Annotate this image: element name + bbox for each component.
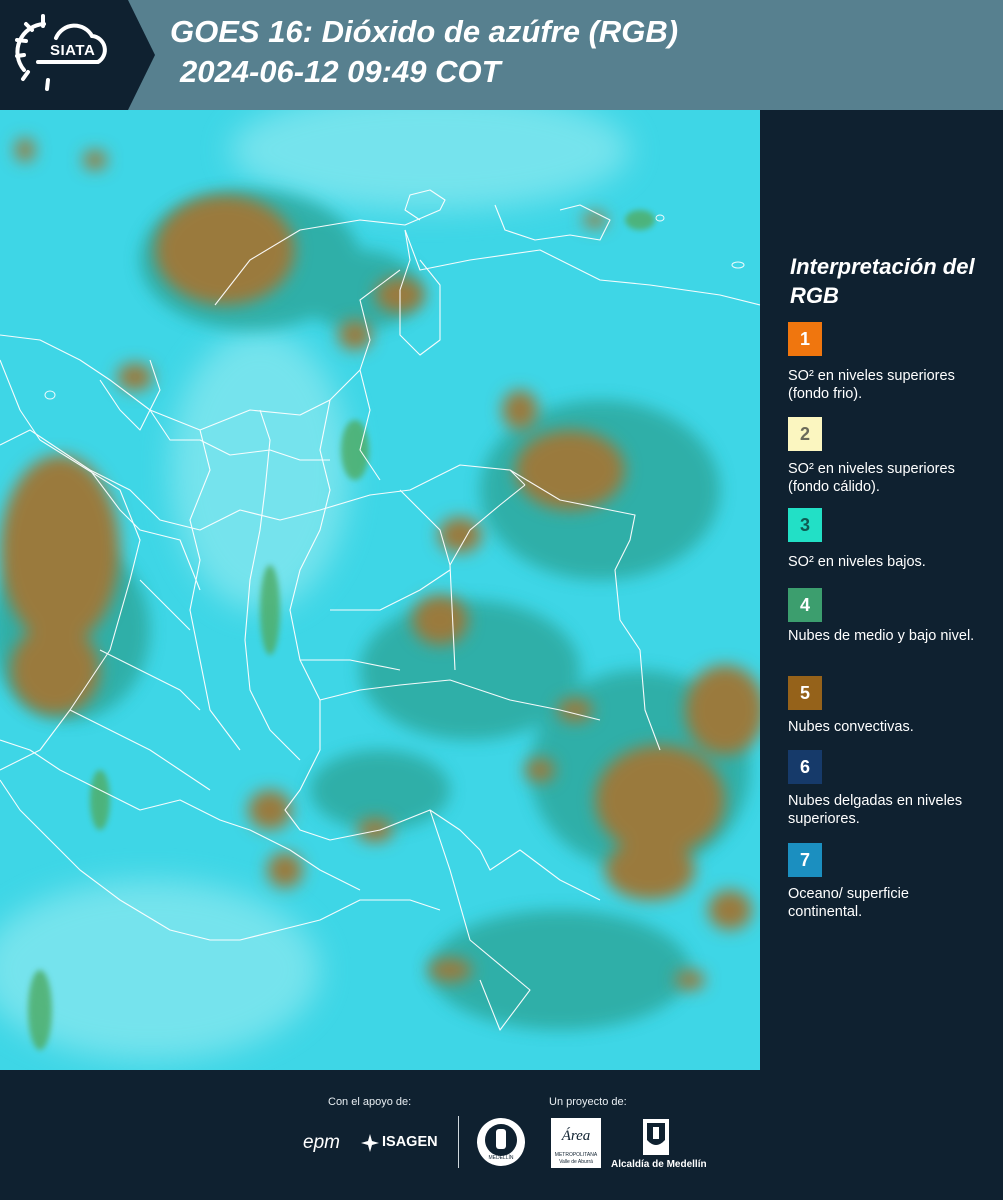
header-bar: SIATA GOES 16: Dióxido de azúfre (RGB) 2… [0,0,1003,110]
product-timestamp: 2024-06-12 09:49 COT [180,54,501,89]
footer-bar: Con el apoyo de: Un proyecto de: epm ISA… [0,1070,1003,1200]
footer-divider [458,1116,459,1168]
product-title: GOES 16: Dióxido de azúfre (RGB) [170,14,679,49]
legend-swatch-7: 7 [788,843,822,877]
legend-swatch-3: 3 [788,508,822,542]
siata-logo-panel: SIATA [0,0,155,110]
support-caption: Con el apoyo de: [328,1096,412,1108]
medellin-seal-icon: MEDELLÍN [477,1118,525,1166]
project-caption: Un proyecto de: [549,1096,627,1108]
legend-label-3: SO² en niveles bajos. [788,554,926,570]
epm-logo: epm [303,1132,340,1153]
legend-swatch-6: 6 [788,750,822,784]
map-canvas [0,110,760,1070]
alcaldia-label: Alcaldía de Medellín [611,1159,707,1170]
legend-panel: Interpretación del RGB 1 SO² en niveles … [760,110,1003,1070]
area-logo-text: Área [561,1128,591,1144]
legend-swatch-5: 5 [788,676,822,710]
legend-label-5: Nubes convectivas. [788,719,914,735]
siata-logo-text: SIATA [50,42,96,59]
legend-label-2: SO² en niveles superiores (fondo cálido)… [788,461,955,495]
area-metropolitana-logo: Área METROPOLITANA Valle de Aburrá [551,1118,601,1168]
legend-swatch-4: 4 [788,588,822,622]
legend-label-4: Nubes de medio y bajo nivel. [788,628,975,644]
legend-title: Interpretación del RGB [790,254,975,308]
seal-text: MEDELLÍN [488,1155,514,1161]
legend-label-7: Oceano/ superficie continental. [788,886,909,920]
alcaldia-shield-icon [643,1119,669,1155]
area-logo-subtitle-2: Valle de Aburrá [559,1159,593,1165]
isagen-star-icon [361,1134,379,1152]
legend-label-6: Nubes delgadas en niveles superiores. [788,793,963,827]
legend-label-1: SO² en niveles superiores (fondo frio). [788,368,955,402]
legend-swatch-2: 2 [788,417,822,451]
satellite-map[interactable] [0,110,760,1070]
area-logo-subtitle-1: METROPOLITANA [554,1152,598,1158]
isagen-logo: ISAGEN [382,1134,438,1150]
legend-swatch-1: 1 [788,322,822,356]
